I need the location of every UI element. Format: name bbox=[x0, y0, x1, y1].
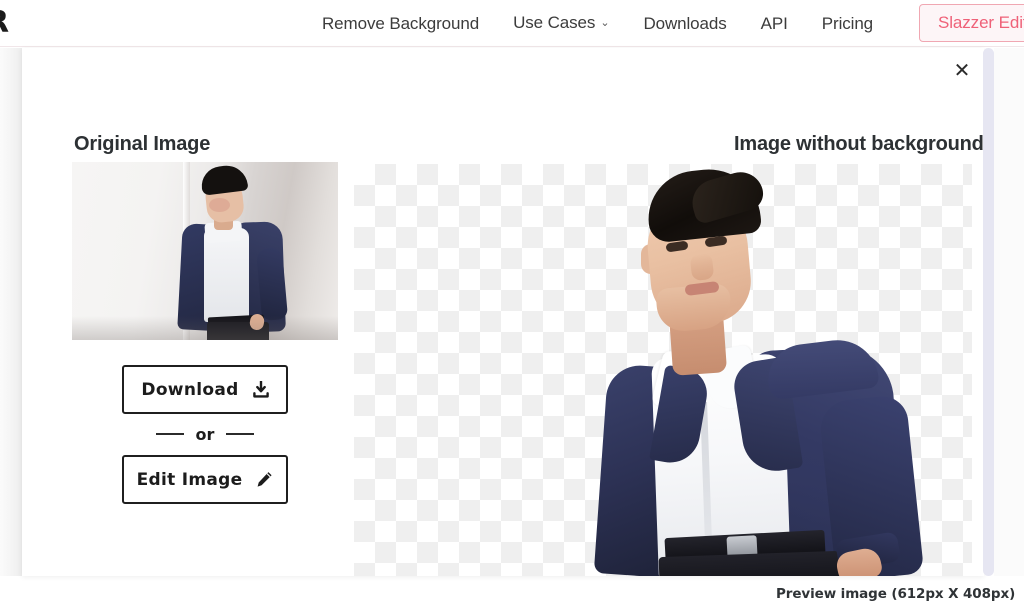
nav-links-group: Remove Background Use Cases ⌄ Downloads A… bbox=[322, 10, 890, 38]
divider-dash-left bbox=[155, 433, 184, 435]
transparent-preview-panel[interactable] bbox=[354, 164, 972, 576]
nav-item-label: Downloads bbox=[643, 14, 727, 33]
nav-item-downloads[interactable]: Downloads bbox=[626, 11, 743, 37]
right-page-gutter bbox=[994, 48, 1024, 576]
close-icon[interactable]: ✕ bbox=[950, 58, 974, 82]
result-image-heading: Image without background bbox=[734, 133, 984, 155]
nav-item-remove-background[interactable]: Remove Background bbox=[322, 11, 496, 37]
nav-item-label: API bbox=[760, 14, 788, 33]
edit-image-button[interactable]: Edit Image bbox=[122, 455, 288, 504]
nav-item-api[interactable]: API bbox=[744, 11, 805, 37]
or-divider: or bbox=[122, 424, 288, 444]
nose bbox=[689, 252, 715, 282]
page-root: ER Remove Background Use Cases ⌄ Download… bbox=[0, 0, 1024, 602]
download-icon bbox=[252, 381, 269, 398]
site-logo[interactable]: ER bbox=[0, 5, 9, 40]
nav-item-label: Remove Background bbox=[322, 14, 480, 33]
top-navigation-bar: ER Remove Background Use Cases ⌄ Download… bbox=[0, 0, 1024, 47]
divider-dash-right bbox=[226, 433, 255, 435]
original-image-thumbnail[interactable] bbox=[72, 162, 338, 340]
original-subject-figure bbox=[175, 163, 301, 340]
nav-item-label: Pricing bbox=[821, 14, 874, 33]
pencil-icon bbox=[256, 471, 273, 488]
nav-item-label: Use Cases bbox=[513, 13, 596, 32]
download-button[interactable]: Download bbox=[122, 365, 288, 414]
hair bbox=[199, 163, 249, 196]
slazzer-edit-button[interactable]: Slazzer Edit bbox=[919, 4, 1024, 42]
vertical-scrollbar[interactable] bbox=[983, 48, 994, 576]
floor-shadow bbox=[72, 316, 338, 340]
face-shading bbox=[209, 198, 230, 212]
or-label: or bbox=[195, 424, 215, 444]
left-page-gutter bbox=[0, 48, 22, 576]
chevron-down-icon: ⌄ bbox=[600, 17, 610, 29]
original-image-heading: Original Image bbox=[74, 133, 211, 155]
original-image-scene bbox=[72, 162, 338, 340]
nav-item-pricing[interactable]: Pricing bbox=[805, 11, 890, 37]
edit-image-button-label: Edit Image bbox=[136, 469, 243, 490]
download-button-label: Download bbox=[141, 379, 239, 400]
result-subject-figure bbox=[593, 164, 972, 576]
nav-item-use-cases[interactable]: Use Cases ⌄ bbox=[496, 10, 626, 38]
result-card: Original Image Image without background bbox=[22, 48, 1015, 602]
preview-size-caption: Preview image (612px X 408px) bbox=[776, 586, 1016, 602]
